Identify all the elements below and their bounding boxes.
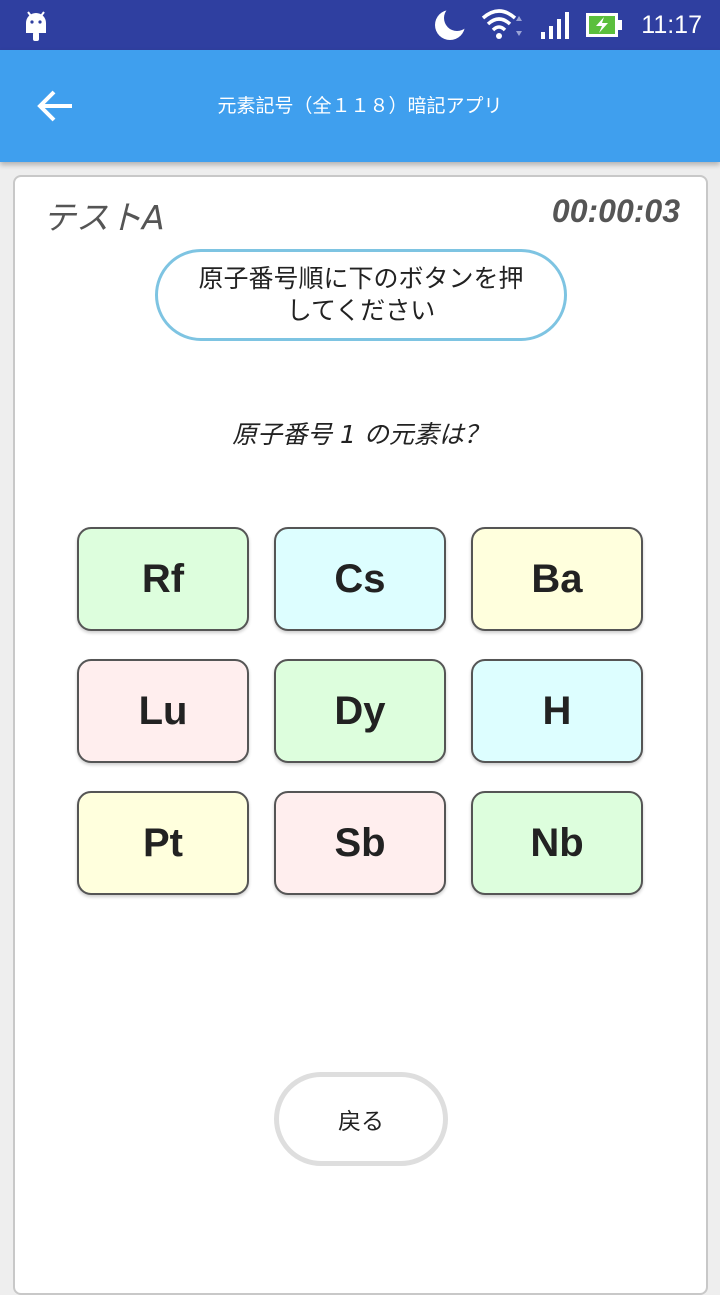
test-label: テストA bbox=[43, 198, 165, 237]
element-button[interactable]: Cs bbox=[274, 527, 446, 631]
element-button[interactable]: Dy bbox=[274, 659, 446, 763]
element-button[interactable]: Rf bbox=[77, 527, 249, 631]
element-button[interactable]: Nb bbox=[471, 791, 643, 895]
app-bar: 元素記号（全１１８）暗記アプリ bbox=[0, 50, 720, 162]
android-icon bbox=[26, 11, 46, 41]
status-bar: 11:17 bbox=[0, 0, 720, 50]
element-button-grid: Rf Cs Ba Lu Dy H Pt Sb Nb bbox=[77, 527, 643, 895]
element-button[interactable]: Sb bbox=[274, 791, 446, 895]
question-text: 原子番号 1 の元素は？ bbox=[232, 420, 489, 449]
wifi-icon bbox=[482, 9, 523, 39]
element-button[interactable]: Lu bbox=[77, 659, 249, 763]
element-button[interactable]: Pt bbox=[77, 791, 249, 895]
timer: 00:00:03 bbox=[551, 193, 680, 229]
back-button[interactable]: 戻る bbox=[274, 1072, 448, 1166]
signal-icon bbox=[541, 12, 570, 39]
test-card: テストA 00:00:03 原子番号順に下のボタンを押してください 原子番号 1… bbox=[13, 175, 708, 1295]
moon-icon bbox=[435, 8, 468, 40]
element-button[interactable]: Ba bbox=[471, 527, 643, 631]
app-title: 元素記号（全１１８）暗記アプリ bbox=[217, 95, 503, 117]
element-button[interactable]: H bbox=[471, 659, 643, 763]
instruction-box: 原子番号順に下のボタンを押してください bbox=[155, 249, 567, 341]
status-time: 11:17 bbox=[641, 10, 702, 39]
battery-charging-icon bbox=[586, 13, 623, 37]
